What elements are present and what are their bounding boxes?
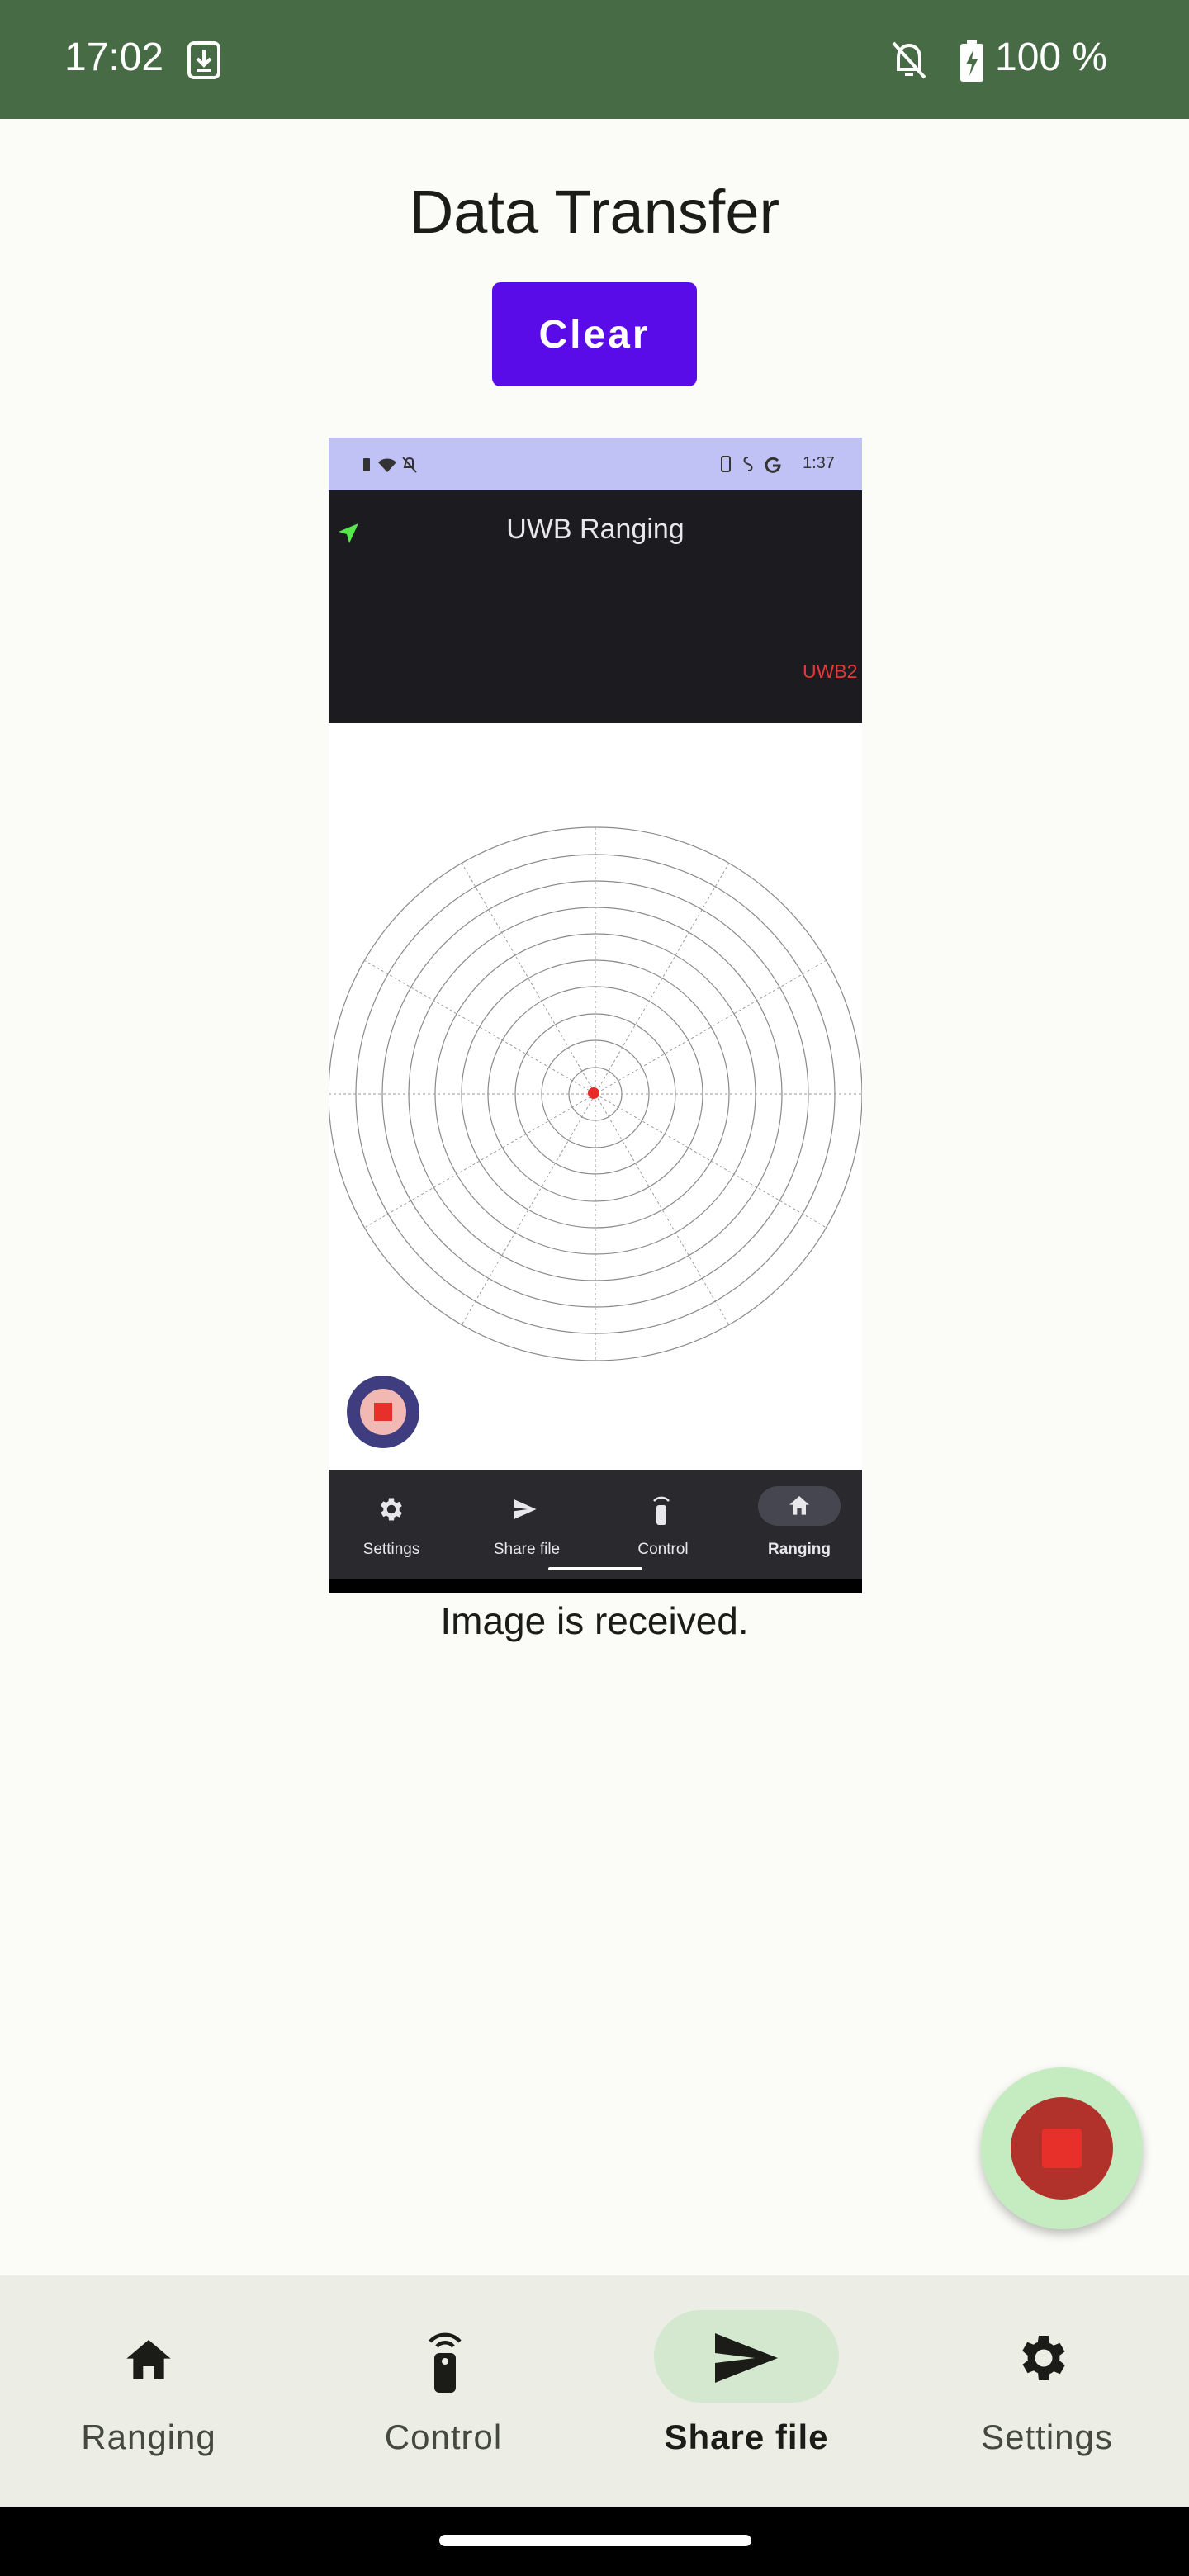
image-nav-label: Settings bbox=[362, 1541, 420, 1558]
image-home-icon bbox=[789, 1496, 809, 1515]
nav-label-ranging: Ranging bbox=[81, 2417, 216, 2456]
image-nav-label: Ranging bbox=[768, 1541, 831, 1558]
image-device-label: UWB2 bbox=[803, 661, 858, 682]
status-bar: 17:02 100 % bbox=[0, 0, 1189, 119]
nav-item-control[interactable]: Control bbox=[295, 2275, 592, 2507]
remote-icon bbox=[429, 2332, 462, 2393]
home-icon bbox=[126, 2340, 171, 2379]
image-stop-fab bbox=[347, 1376, 419, 1448]
image-nav-label: Control bbox=[637, 1541, 689, 1558]
status-message: Image is received. bbox=[440, 1599, 749, 1642]
status-time: 17:02 bbox=[64, 36, 164, 79]
image-remote-icon bbox=[653, 1496, 670, 1525]
gear-icon bbox=[1022, 2336, 1065, 2380]
received-image: 1:37 UWB Ranging UWB2 Settings Share fil… bbox=[329, 438, 862, 1593]
image-gesture-bar bbox=[329, 1567, 862, 1593]
nav-label-share-file: Share file bbox=[664, 2417, 829, 2456]
home-gesture-handle[interactable] bbox=[439, 2535, 751, 2546]
nav-item-settings[interactable]: Settings bbox=[898, 2275, 1189, 2507]
image-title: UWB Ranging bbox=[506, 514, 685, 545]
image-nav-label: Share file bbox=[493, 1541, 561, 1558]
stop-fab[interactable] bbox=[981, 2067, 1143, 2229]
send-icon bbox=[715, 2333, 778, 2383]
battery-charging-icon bbox=[960, 40, 983, 82]
image-send-icon bbox=[514, 1499, 537, 1519]
image-gear-icon bbox=[381, 1498, 402, 1521]
nav-label-settings: Settings bbox=[981, 2417, 1113, 2456]
image-status-bar: 1:37 bbox=[329, 438, 862, 490]
stop-icon bbox=[1042, 2129, 1082, 2168]
battery-percent: 100 % bbox=[995, 36, 1108, 79]
bell-off-icon bbox=[892, 41, 926, 79]
download-icon bbox=[187, 41, 220, 79]
stop-fab-inner bbox=[1011, 2097, 1113, 2200]
page-title: Data Transfer bbox=[409, 178, 780, 246]
image-status-right-icons-icon bbox=[721, 456, 781, 473]
image-status-icons-icon bbox=[363, 457, 417, 473]
clear-button[interactable]: Clear bbox=[492, 282, 697, 386]
image-status-time: 1:37 bbox=[803, 454, 835, 472]
bottom-nav: Ranging Control Share file Settings bbox=[0, 2275, 1189, 2507]
nav-item-ranging[interactable]: Ranging bbox=[0, 2275, 297, 2507]
nav-item-share-file[interactable]: Share file bbox=[598, 2275, 895, 2507]
polar-radar-plot bbox=[329, 826, 862, 1361]
nav-label-control: Control bbox=[384, 2417, 503, 2456]
